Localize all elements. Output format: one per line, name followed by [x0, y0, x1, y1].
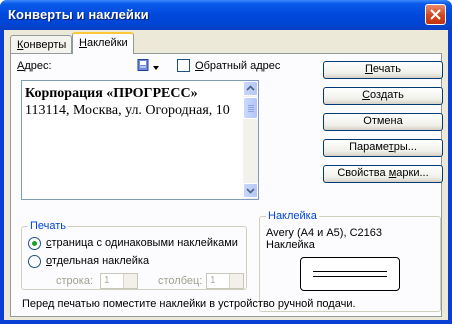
dialog-client-area: Конверты Наклейки Адрес: Обратный адрес …: [4, 30, 448, 320]
chevron-down-icon: [246, 188, 255, 194]
labels-tab-panel: Адрес: Обратный адрес Корпорация «ПРОГРЕ…: [10, 53, 443, 317]
option-single-label-label: отдельная наклейка: [46, 255, 150, 267]
address-scrollbar[interactable]: [243, 81, 258, 199]
parameters-button[interactable]: Параметры...: [323, 139, 443, 157]
label-type: Наклейка: [266, 239, 315, 251]
scroll-thumb[interactable]: [243, 97, 258, 119]
option-same-labels-label: страница с одинаковыми наклейками: [46, 237, 238, 249]
address-book-icon[interactable]: [137, 59, 149, 71]
window-title: Конверты и наклейки: [8, 7, 149, 22]
address-line-company: Корпорация «ПРОГРЕСС»: [25, 86, 198, 101]
tab-envelopes[interactable]: Конверты: [10, 35, 72, 54]
row-label: строка:: [56, 275, 94, 287]
scroll-down-button[interactable]: [243, 183, 258, 198]
return-address-checkbox[interactable]: [177, 59, 190, 72]
title-bar[interactable]: Конверты и наклейки: [0, 0, 452, 30]
close-icon: [430, 9, 441, 20]
close-button[interactable]: [425, 4, 446, 25]
scroll-up-button[interactable]: [243, 81, 258, 96]
return-address-label: Обратный адрес: [195, 60, 281, 72]
manual-feed-note: Перед печатью поместите наклейки в устро…: [22, 298, 356, 310]
print-group: Печать страница с одинаковыми наклейками…: [21, 220, 247, 290]
radio-single-label[interactable]: [28, 255, 41, 268]
cancel-button[interactable]: Отмена: [323, 113, 443, 131]
print-button[interactable]: Печать: [323, 61, 443, 79]
radio-same-labels-page[interactable]: [28, 237, 41, 250]
tab-labels[interactable]: Наклейки: [72, 32, 134, 54]
row-spinner[interactable]: 1: [100, 273, 138, 289]
address-line-street: 113114, Москва, ул. Огородная, 10: [25, 103, 230, 118]
print-group-legend: Печать: [28, 220, 69, 232]
label-group-legend: Наклейка: [266, 210, 319, 222]
label-preview[interactable]: [300, 257, 400, 291]
label-properties-button[interactable]: Свойства марки...: [323, 165, 443, 183]
chevron-up-icon: [246, 85, 255, 91]
column-label: столбец:: [158, 275, 203, 287]
create-button[interactable]: Создать: [323, 87, 443, 105]
label-product: Avery (A4 и A5), C2163: [266, 227, 382, 239]
column-spinner[interactable]: 1: [206, 273, 244, 289]
dialog-window: Конверты и наклейки Конверты Наклейки Ад…: [0, 0, 452, 324]
address-textarea[interactable]: Корпорация «ПРОГРЕСС» 113114, Москва, ул…: [21, 80, 259, 200]
chevron-down-icon[interactable]: [153, 61, 159, 70]
address-label: Адрес:: [17, 60, 52, 72]
